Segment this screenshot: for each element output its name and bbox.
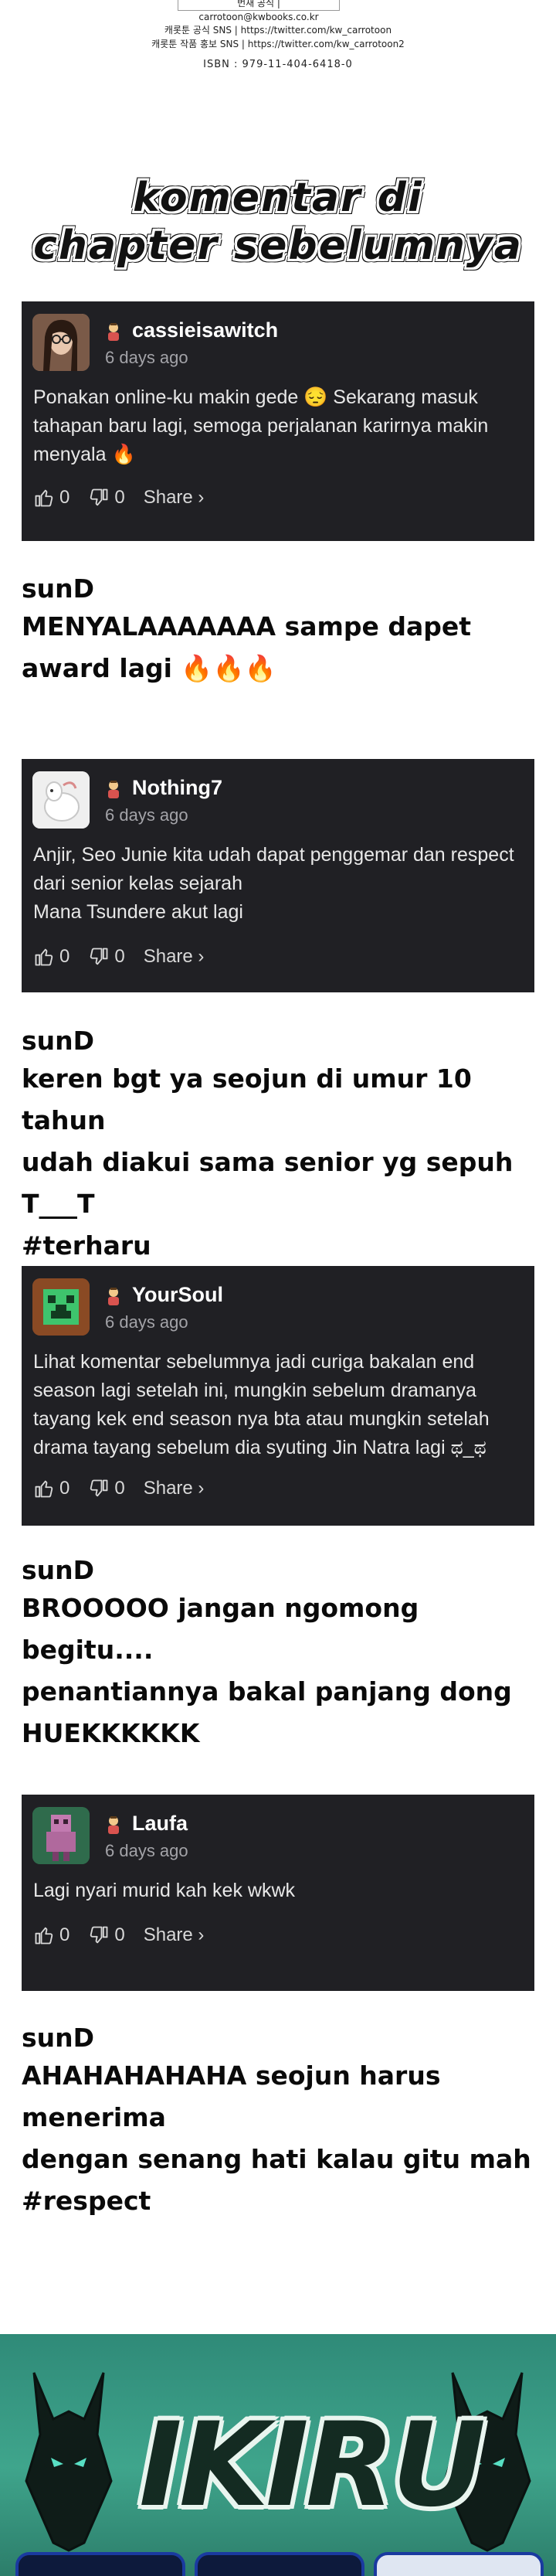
site-logo[interactable]: IKIRU (139, 2404, 486, 2527)
comment-actions: 0 0 Share › (33, 1921, 222, 1949)
reply-author: sunD (22, 2023, 95, 2053)
thumbs-up-icon (35, 1927, 53, 1945)
dislike-count: 0 (114, 946, 125, 967)
reply-text: MENYALAAAAAAA sampe dapet award lagi 🔥🔥🔥 (22, 611, 472, 683)
dislike-count: 0 (114, 1478, 125, 1499)
like-button[interactable]: 0 (33, 487, 70, 509)
comment-username[interactable]: cassieisawitch (132, 318, 278, 342)
reply-author: sunD (22, 573, 95, 604)
comment-username[interactable]: Nothing7 (132, 776, 222, 800)
thumbs-down-icon (90, 948, 108, 965)
reply-block: sunD BROOOOO jangan ngomong begitu.... p… (22, 1553, 539, 1754)
user-badge-icon (108, 1816, 119, 1834)
avatar[interactable] (32, 1278, 90, 1336)
like-count: 0 (59, 487, 70, 508)
comment-username[interactable]: YourSoul (132, 1283, 223, 1307)
like-button[interactable]: 0 (33, 1924, 70, 1946)
reply-block: sunD MENYALAAAAAAA sampe dapet award lag… (22, 572, 539, 689)
thumbs-up-icon (35, 1480, 53, 1498)
share-button[interactable]: Share › (144, 487, 205, 509)
comment-card: cassieisawitch 6 days ago Ponakan online… (22, 301, 534, 541)
like-button[interactable]: 0 (33, 946, 70, 968)
dislike-button[interactable]: 0 (88, 487, 125, 509)
banner-tab[interactable] (195, 2552, 364, 2576)
woman-glasses-avatar-icon (32, 314, 90, 371)
banner-tab[interactable] (15, 2552, 185, 2576)
share-button[interactable]: Share › (144, 946, 205, 968)
user-badge-icon (108, 1288, 119, 1305)
comment-timestamp: 6 days ago (105, 1841, 188, 1860)
reply-block: sunD AHAHAHAHAHA seojun harus menerima d… (22, 2021, 539, 2222)
share-button[interactable]: Share › (144, 1924, 205, 1946)
white-creature-avatar-icon (32, 771, 90, 829)
thumbs-down-icon (90, 1926, 108, 1944)
comment-username[interactable]: Laufa (132, 1812, 188, 1836)
thumbs-up-icon (35, 948, 53, 966)
comment-card: YourSoul 6 days ago Lihat komentar sebel… (22, 1266, 534, 1526)
comment-card: Laufa 6 days ago Lagi nyari murid kah ke… (22, 1795, 534, 1991)
comment-body: Anjir, Seo Junie kita udah dapat penggem… (33, 844, 514, 923)
thumbs-up-icon (35, 489, 53, 507)
avatar[interactable] (32, 1807, 90, 1864)
comment-timestamp: 6 days ago (105, 1312, 188, 1332)
avatar[interactable] (32, 314, 90, 371)
contact-box: 번새 공식 | carrotoon@kwbooks.co.kr (178, 0, 340, 22)
comment-timestamp: 6 days ago (105, 805, 188, 825)
section-heading: komentar di chapter sebelumnya (0, 174, 556, 270)
heading-line-1: komentar di (133, 175, 423, 221)
reply-text: AHAHAHAHAHA seojun harus menerima dengan… (22, 2060, 531, 2216)
comment-actions: 0 0 Share › (33, 1475, 222, 1502)
thumbs-down-icon (90, 488, 108, 506)
comment-actions: 0 0 Share › (33, 943, 222, 971)
avatar[interactable] (32, 771, 90, 829)
user-badge-icon (108, 323, 119, 341)
reply-block: sunD keren bgt ya seojun di umur 10 tahu… (22, 1024, 539, 1267)
jackal-head-icon (25, 2372, 113, 2552)
comment-card: Nothing7 6 days ago Anjir, Seo Junie kit… (22, 759, 534, 992)
like-count: 0 (59, 1924, 70, 1945)
share-button[interactable]: Share › (144, 1478, 205, 1499)
comment-timestamp: 6 days ago (105, 348, 188, 367)
banner-tab-row (0, 2552, 556, 2576)
dislike-button[interactable]: 0 (88, 946, 125, 968)
reply-author: sunD (22, 1555, 95, 1585)
heading-line-2: chapter sebelumnya (33, 223, 523, 269)
pixel-creeper-avatar-icon (32, 1278, 90, 1336)
isbn-line: ISBN : 979-11-404-6418-0 (203, 59, 353, 70)
site-banner: IKIRU (0, 2334, 556, 2576)
sns-official-line: 캐롯툰 공식 SNS | https://twitter.com/kw_carr… (164, 25, 392, 36)
dislike-count: 0 (114, 1924, 125, 1945)
user-badge-icon (108, 781, 119, 798)
reply-author: sunD (22, 1026, 95, 1056)
comment-body: Ponakan online-ku makin gede 😔 Sekarang … (33, 386, 489, 465)
reply-text: BROOOOO jangan ngomong begitu.... penant… (22, 1593, 512, 1748)
like-count: 0 (59, 946, 70, 967)
dislike-button[interactable]: 0 (88, 1478, 125, 1499)
comment-body: Lihat komentar sebelumnya jadi curiga ba… (33, 1351, 490, 1458)
pixel-figure-avatar-icon (32, 1807, 90, 1864)
dislike-button[interactable]: 0 (88, 1924, 125, 1946)
thumbs-down-icon (90, 1479, 108, 1497)
banner-tab[interactable] (374, 2552, 544, 2576)
sns-promo-line: 캐롯툰 작품 홍보 SNS | https://twitter.com/kw_c… (151, 39, 405, 49)
dislike-count: 0 (114, 487, 125, 508)
like-button[interactable]: 0 (33, 1478, 70, 1499)
reply-text: keren bgt ya seojun di umur 10 tahun uda… (22, 1063, 514, 1261)
comment-body: Lagi nyari murid kah kek wkwk (33, 1880, 296, 1901)
like-count: 0 (59, 1478, 70, 1499)
comment-actions: 0 0 Share › (33, 484, 222, 512)
